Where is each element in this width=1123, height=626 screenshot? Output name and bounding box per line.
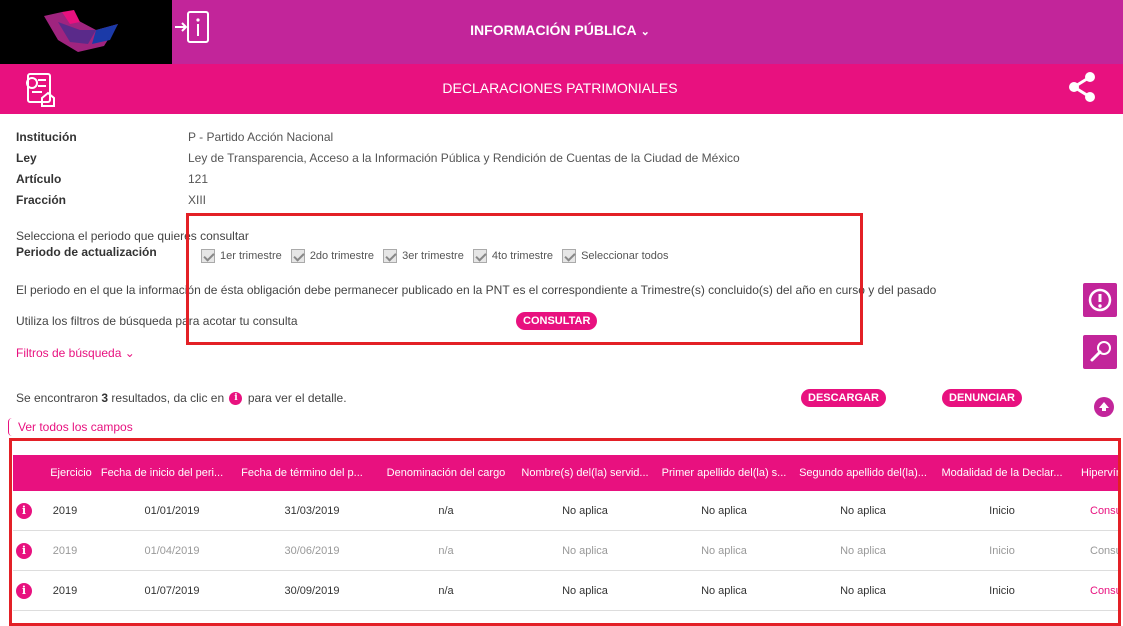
view-all-fields-link[interactable]: Ver todos los campos — [18, 420, 133, 434]
table-cell: 01/07/2019 — [144, 585, 200, 597]
period-label: Periodo de actualización — [16, 245, 157, 259]
bracket-decoration — [8, 418, 14, 436]
results-prefix: Se encontraron — [16, 391, 102, 405]
table-link[interactable]: Consulta — [1090, 491, 1118, 531]
info-icon[interactable]: i — [16, 583, 32, 599]
column-header[interactable]: Modalidad de la Declar... — [935, 455, 1069, 491]
alert-button[interactable] — [1083, 283, 1117, 317]
table-header: Ejercicio Fecha de inicio del peri... Fe… — [13, 455, 1118, 491]
meta-label: Institución — [16, 130, 77, 144]
meta-value: XIII — [188, 193, 207, 207]
table-cell: 2019 — [52, 545, 78, 557]
information-menu[interactable]: INFORMACIÓN PÚBLICA ⌄ — [440, 22, 680, 38]
chevron-down-icon: ⌄ — [640, 26, 650, 38]
section-bar: DECLARACIONES PATRIMONIALES — [0, 64, 1123, 114]
table-cell: No aplica — [701, 505, 747, 517]
meta-label: Fracción — [16, 193, 67, 207]
table-cell: Inicio — [989, 505, 1015, 517]
share-icon[interactable] — [1067, 71, 1097, 103]
table-cell: n/a — [438, 505, 454, 517]
table-cell: No aplica — [840, 505, 886, 517]
column-header[interactable]: Nombre(s) del(la) servid... — [518, 455, 652, 491]
results-table: Ejercicio Fecha de inicio del peri... Fe… — [13, 455, 1118, 625]
column-header[interactable]: Primer apellido del(la) s... — [657, 455, 791, 491]
table-link[interactable]: Consulta — [1090, 531, 1118, 571]
info-icon[interactable]: i — [16, 503, 32, 519]
meta-value: 121 — [188, 172, 209, 186]
info-icon: i — [229, 392, 243, 406]
column-header[interactable]: Fecha de término del p... — [239, 455, 365, 491]
table-cell: n/a — [438, 545, 454, 557]
document-icon — [20, 70, 60, 110]
table-cell: 2019 — [52, 505, 78, 517]
meta-label: Ley — [16, 151, 37, 165]
column-header[interactable]: Fecha de inicio del peri... — [99, 455, 225, 491]
search-filters-toggle[interactable]: Filtros de búsqueda ⌄ — [16, 346, 135, 360]
meta-value: P - Partido Acción Nacional — [188, 130, 334, 144]
meta-value: Ley de Transparencia, Acceso a la Inform… — [188, 151, 740, 165]
information-menu-label: INFORMACIÓN PÚBLICA — [470, 22, 637, 38]
tools-button[interactable] — [1083, 335, 1117, 369]
column-header[interactable]: Denominación del cargo — [379, 455, 513, 491]
alert-icon — [1088, 288, 1112, 312]
table-cell: No aplica — [562, 585, 608, 597]
scroll-up-button[interactable] — [1094, 397, 1114, 417]
table-row: i 2019 01/07/2019 30/09/2019 n/a No apli… — [13, 571, 1118, 611]
table-cell: No aplica — [840, 585, 886, 597]
results-suffix: para ver el detalle. — [244, 391, 347, 405]
info-icon[interactable]: i — [16, 543, 32, 559]
table-cell: 30/06/2019 — [284, 545, 340, 557]
meta-label: Artículo — [16, 172, 62, 186]
table-cell: n/a — [438, 585, 454, 597]
download-button[interactable]: DESCARGAR — [801, 389, 886, 407]
table-cell: 01/04/2019 — [144, 545, 200, 557]
table-cell: No aplica — [701, 545, 747, 557]
results-middle: resultados, da clic en — [108, 391, 228, 405]
info-login-icon[interactable] — [172, 8, 220, 52]
section-title: DECLARACIONES PATRIMONIALES — [442, 80, 678, 96]
table-cell: No aplica — [562, 505, 608, 517]
column-header[interactable]: Hipervínculo — [1081, 455, 1118, 491]
table-cell: No aplica — [562, 545, 608, 557]
results-summary: Se encontraron 3 resultados, da clic en … — [16, 391, 347, 406]
table-row: i 2019 01/01/2019 31/03/2019 n/a No apli… — [13, 491, 1118, 531]
table-cell: 2019 — [52, 585, 78, 597]
column-header[interactable]: Segundo apellido del(la)... — [796, 455, 930, 491]
highlight-box-period — [186, 213, 863, 345]
table-row: i 2019 01/04/2019 30/06/2019 n/a No apli… — [13, 531, 1118, 571]
scroll-up-icon — [1099, 402, 1109, 411]
search-filters-label: Filtros de búsqueda — [16, 346, 122, 360]
wrench-icon — [1090, 341, 1111, 362]
table-cell: 30/09/2019 — [284, 585, 340, 597]
table-cell: 01/01/2019 — [144, 505, 200, 517]
table-cell: No aplica — [701, 585, 747, 597]
table-cell: No aplica — [840, 545, 886, 557]
top-navigation-bar: INFORMACIÓN PÚBLICA ⌄ — [0, 0, 1123, 64]
table-link[interactable]: Consulta — [1090, 571, 1118, 611]
table-cell: Inicio — [989, 585, 1015, 597]
table-cell: 31/03/2019 — [284, 505, 340, 517]
denounce-button[interactable]: DENUNCIAR — [942, 389, 1022, 407]
logo[interactable] — [0, 0, 172, 64]
chevron-down-icon: ⌄ — [124, 346, 135, 360]
table-cell: Inicio — [989, 545, 1015, 557]
column-header[interactable]: Ejercicio — [43, 455, 99, 491]
